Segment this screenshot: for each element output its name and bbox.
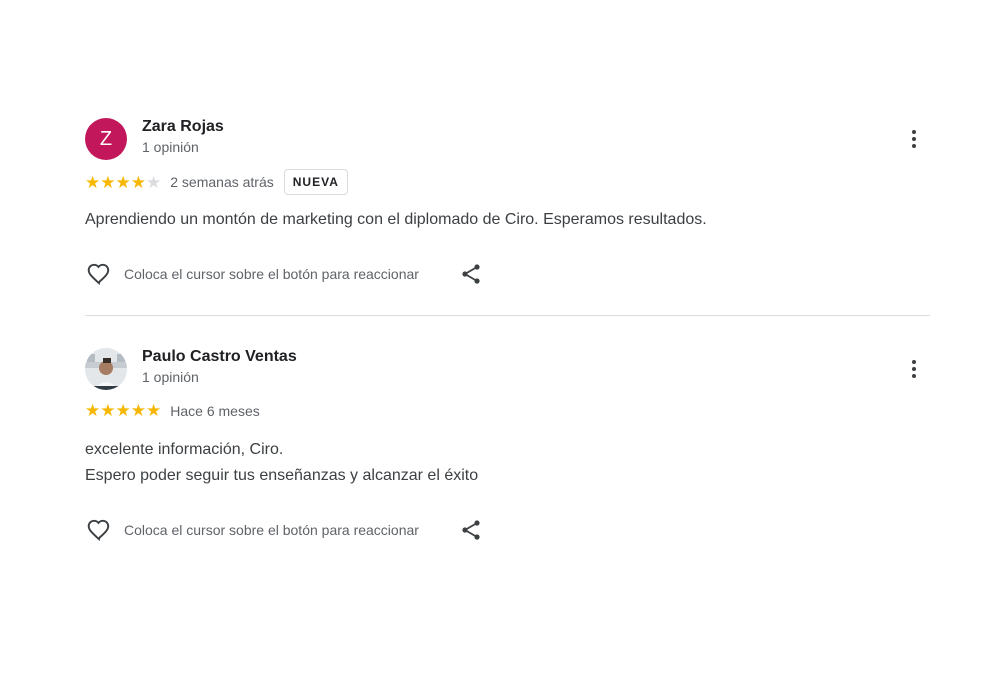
review-meta: ★ ★ ★ ★ ★ Hace 6 meses (85, 402, 260, 419)
avatar-initial: Z (99, 127, 113, 150)
star-icon: ★ (115, 172, 131, 192)
star-icon: ★ (115, 401, 131, 420)
star-icon: ★ (146, 172, 162, 192)
star-rating: ★ ★ ★ ★ ★ (85, 402, 161, 419)
star-rating: ★ ★ ★ ★ ★ (85, 174, 161, 191)
star-icon: ★ (130, 401, 146, 420)
review-text: Aprendiendo un montón de marketing con e… (85, 211, 707, 228)
star-icon: ★ (100, 172, 116, 192)
avatar[interactable]: Z (85, 118, 127, 160)
reviewer-name[interactable]: Paulo Castro Ventas (142, 348, 297, 366)
reviewer-name[interactable]: Zara Rojas (142, 118, 224, 136)
review-date: Hace 6 meses (170, 402, 260, 419)
review-actions: Coloca el cursor sobre el botón para rea… (85, 517, 483, 543)
review-text-line: Espero poder seguir tus enseñanzas y alc… (85, 467, 479, 484)
reviewer-review-count: 1 opinión (142, 139, 199, 155)
review-header: Paulo Castro Ventas 1 opinión (85, 347, 930, 390)
heart-outline-icon[interactable] (85, 517, 113, 543)
heart-outline-icon[interactable] (85, 261, 113, 287)
review-text: excelente información, Ciro. Espero pode… (85, 437, 478, 489)
share-icon[interactable] (459, 518, 483, 542)
react-hint: Coloca el cursor sobre el botón para rea… (124, 266, 419, 282)
star-icon: ★ (85, 172, 101, 192)
review-actions: Coloca el cursor sobre el botón para rea… (85, 261, 483, 287)
react-hint: Coloca el cursor sobre el botón para rea… (124, 522, 419, 538)
share-icon[interactable] (459, 262, 483, 286)
star-icon: ★ (130, 172, 146, 192)
review-card: Z Zara Rojas 1 opinión ★ ★ ★ ★ ★ 2 seman… (85, 117, 930, 286)
review-card: Paulo Castro Ventas 1 opinión ★ ★ ★ ★ ★ … (85, 347, 930, 542)
review-meta: ★ ★ ★ ★ ★ 2 semanas atrás NUEVA (85, 169, 348, 195)
reviewer-review-count: 1 opinión (142, 369, 199, 385)
review-divider (85, 315, 930, 316)
review-date: 2 semanas atrás (170, 174, 274, 190)
avatar-photo-icon (85, 348, 127, 390)
star-icon: ★ (100, 401, 116, 420)
avatar[interactable] (85, 348, 127, 390)
more-options-icon[interactable] (906, 355, 922, 383)
more-options-icon[interactable] (906, 125, 922, 153)
review-header: Z Zara Rojas 1 opinión (85, 117, 930, 160)
star-icon: ★ (146, 401, 162, 420)
star-icon: ★ (85, 401, 101, 420)
review-text-line: excelente información, Ciro. (85, 441, 284, 458)
new-badge: NUEVA (283, 169, 348, 195)
